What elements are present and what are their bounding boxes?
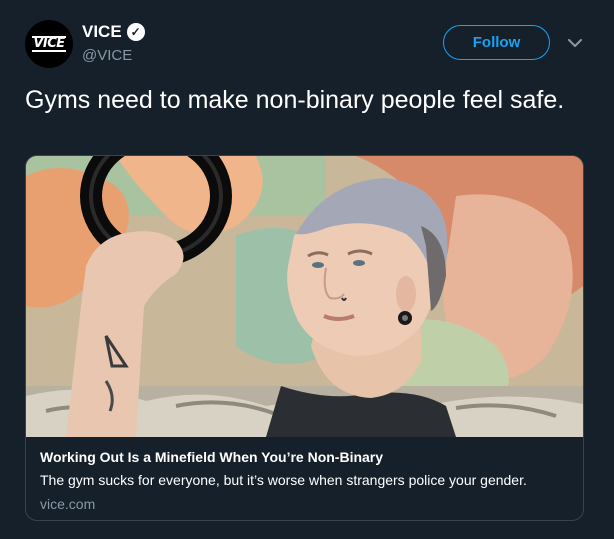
card-description: The gym sucks for everyone, but it’s wor… bbox=[40, 472, 527, 488]
avatar[interactable]: VICE bbox=[25, 20, 73, 68]
article-photo-image[interactable] bbox=[26, 156, 583, 437]
card-domain: vice.com bbox=[40, 496, 96, 512]
card-title[interactable]: Working Out Is a Minefield When You’re N… bbox=[40, 448, 570, 466]
follow-button[interactable]: Follow bbox=[443, 25, 550, 60]
link-card[interactable]: Working Out Is a Minefield When You’re N… bbox=[25, 155, 584, 521]
chevron-down-icon[interactable] bbox=[566, 34, 584, 52]
tweet: VICE VICE ✓ @VICE Follow Gyms need to ma… bbox=[0, 0, 614, 539]
card-body: Working Out Is a Minefield When You’re N… bbox=[40, 448, 570, 513]
vice-logo-icon: VICE bbox=[32, 36, 66, 52]
user-handle[interactable]: @VICE bbox=[82, 47, 132, 64]
verified-badge-icon: ✓ bbox=[126, 23, 145, 41]
author-name-row: VICE ✓ bbox=[82, 22, 145, 42]
tweet-text: Gyms need to make non-binary people feel… bbox=[25, 86, 565, 114]
display-name[interactable]: VICE bbox=[82, 22, 122, 42]
